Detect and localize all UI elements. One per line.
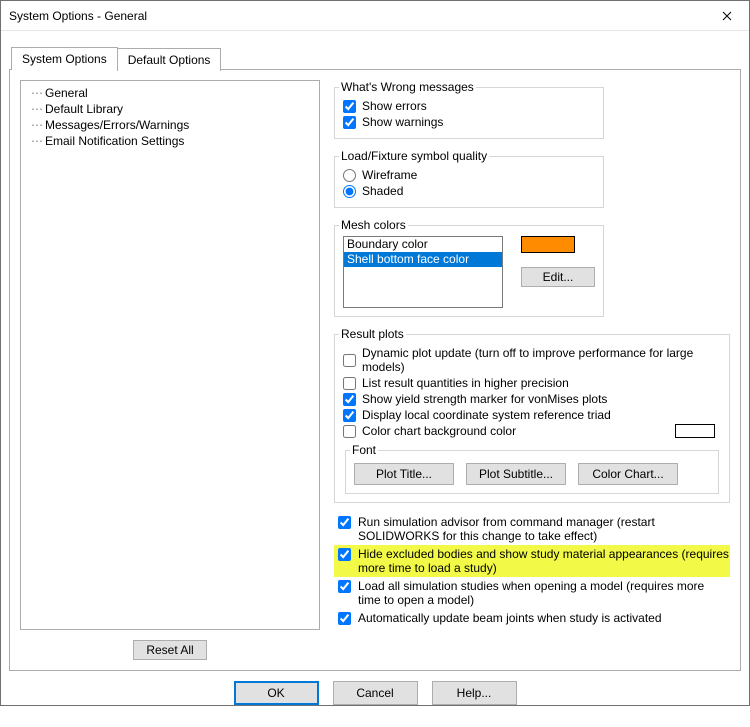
close-icon (722, 11, 732, 21)
cancel-button[interactable]: Cancel (333, 681, 418, 705)
nav-tree[interactable]: General Default Library Messages/Errors/… (20, 80, 320, 630)
tab-default-options[interactable]: Default Options (117, 48, 222, 71)
tree-item-general[interactable]: General (23, 85, 317, 101)
checkbox-show-warnings[interactable] (343, 116, 356, 129)
checkbox-dynamic-plot[interactable] (343, 354, 356, 367)
checkbox-precision[interactable] (343, 377, 356, 390)
radio-wireframe[interactable] (343, 169, 356, 182)
mesh-item-shell-bottom[interactable]: Shell bottom face color (344, 252, 502, 267)
checkbox-show-errors[interactable] (343, 100, 356, 113)
group-load-fixture: Load/Fixture symbol quality Wireframe Sh… (334, 149, 604, 208)
label-bgcolor: Color chart background color (362, 424, 516, 438)
label-precision: List result quantities in higher precisi… (362, 376, 569, 390)
checkbox-triad[interactable] (343, 409, 356, 422)
group-font: Font Plot Title... Plot Subtitle... Colo… (345, 443, 719, 494)
color-chart-button[interactable]: Color Chart... (578, 463, 678, 485)
bgcolor-swatch[interactable] (675, 424, 715, 438)
checkbox-yield[interactable] (343, 393, 356, 406)
tab-body: General Default Library Messages/Errors/… (9, 69, 741, 671)
tab-strip: System Options Default Options (9, 47, 741, 70)
plot-title-button[interactable]: Plot Title... (354, 463, 454, 485)
help-button[interactable]: Help... (432, 681, 517, 705)
checkbox-auto-update[interactable] (338, 612, 351, 625)
label-show-warnings: Show warnings (362, 115, 443, 129)
tree-item-messages[interactable]: Messages/Errors/Warnings (23, 117, 317, 133)
label-run-advisor: Run simulation advisor from command mana… (358, 515, 730, 543)
label-triad: Display local coordinate system referenc… (362, 408, 611, 422)
mesh-color-swatch (521, 236, 575, 253)
legend-result-plots: Result plots (339, 327, 406, 341)
content-area: System Options Default Options General D… (1, 31, 749, 727)
checkbox-bgcolor[interactable] (343, 425, 356, 438)
checkbox-load-all[interactable] (338, 580, 351, 593)
legend-font: Font (350, 443, 378, 457)
reset-all-button[interactable]: Reset All (133, 640, 207, 660)
group-mesh-colors: Mesh colors Boundary color Shell bottom … (334, 218, 604, 317)
close-button[interactable] (704, 1, 749, 31)
plot-subtitle-button[interactable]: Plot Subtitle... (466, 463, 566, 485)
edit-color-button[interactable]: Edit... (521, 267, 595, 287)
tree-item-default-library[interactable]: Default Library (23, 101, 317, 117)
legend-load-fixture: Load/Fixture symbol quality (339, 149, 489, 163)
dialog-window: System Options - General System Options … (0, 0, 750, 706)
mesh-color-list[interactable]: Boundary color Shell bottom face color (343, 236, 503, 308)
group-result-plots: Result plots Dynamic plot update (turn o… (334, 327, 730, 503)
right-panel: What's Wrong messages Show errors Show w… (334, 80, 730, 660)
dialog-buttons: OK Cancel Help... (9, 671, 741, 719)
lower-options: Run simulation advisor from command mana… (334, 513, 730, 630)
reset-wrap: Reset All (20, 640, 320, 660)
label-hide-excluded: Hide excluded bodies and show study mate… (358, 547, 730, 575)
left-column: General Default Library Messages/Errors/… (20, 80, 320, 660)
ok-button[interactable]: OK (234, 681, 319, 705)
legend-mesh-colors: Mesh colors (339, 218, 408, 232)
legend-whats-wrong: What's Wrong messages (339, 80, 476, 94)
label-load-all: Load all simulation studies when opening… (358, 579, 730, 607)
titlebar: System Options - General (1, 1, 749, 31)
label-wireframe: Wireframe (362, 168, 417, 182)
window-title: System Options - General (9, 9, 704, 23)
label-auto-update: Automatically update beam joints when st… (358, 611, 730, 625)
label-show-errors: Show errors (362, 99, 427, 113)
label-yield: Show yield strength marker for vonMises … (362, 392, 607, 406)
checkbox-run-advisor[interactable] (338, 516, 351, 529)
tree-item-email[interactable]: Email Notification Settings (23, 133, 317, 149)
label-shaded: Shaded (362, 184, 403, 198)
mesh-item-boundary[interactable]: Boundary color (344, 237, 502, 252)
radio-shaded[interactable] (343, 185, 356, 198)
group-whats-wrong: What's Wrong messages Show errors Show w… (334, 80, 604, 139)
label-dynamic-plot: Dynamic plot update (turn off to improve… (362, 346, 721, 374)
checkbox-hide-excluded[interactable] (338, 548, 351, 561)
tab-system-options[interactable]: System Options (11, 47, 118, 70)
